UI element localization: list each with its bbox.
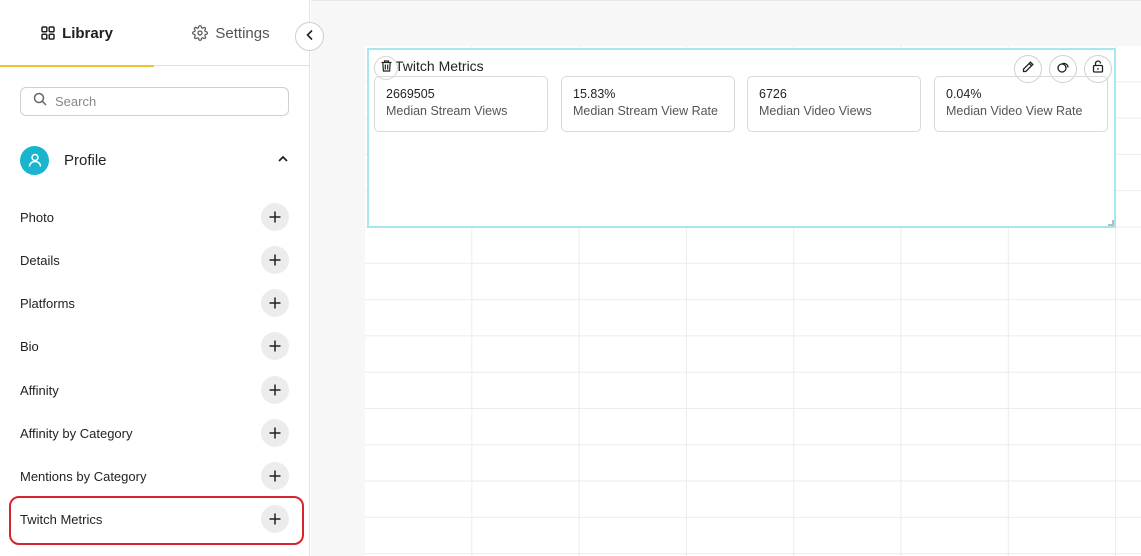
list-item-platforms: Platforms bbox=[20, 288, 289, 318]
twitch-metrics-widget[interactable]: Twitch Metrics 2669505 Median Stream Vie… bbox=[367, 48, 1116, 228]
list-item-affinity: Affinity bbox=[20, 375, 289, 405]
section-title: Profile bbox=[64, 151, 107, 169]
chevron-left-icon bbox=[305, 28, 315, 46]
tab-library-label: Library bbox=[62, 24, 113, 42]
search-input[interactable] bbox=[55, 94, 275, 109]
add-affinity-button[interactable] bbox=[261, 376, 289, 404]
metric-value: 0.04% bbox=[946, 87, 982, 101]
chevron-up-icon[interactable] bbox=[277, 152, 289, 170]
list-item-label: Photo bbox=[20, 209, 54, 225]
resize-handle[interactable] bbox=[1108, 220, 1114, 226]
add-affinity-by-category-button[interactable] bbox=[261, 419, 289, 447]
add-twitch-metrics-button[interactable] bbox=[261, 505, 289, 533]
metric-value: 2669505 bbox=[386, 87, 435, 101]
tab-settings-label: Settings bbox=[215, 24, 270, 42]
grid-icon bbox=[41, 26, 55, 40]
metric-label: Median Stream View Rate bbox=[573, 104, 718, 118]
trash-icon bbox=[381, 59, 392, 77]
tab-settings[interactable]: Settings bbox=[154, 0, 308, 66]
list-item-photo: Photo bbox=[20, 202, 289, 232]
add-photo-button[interactable] bbox=[261, 203, 289, 231]
user-icon bbox=[20, 145, 49, 175]
sidebar: Library Settings Profile Photo Details P… bbox=[0, 0, 310, 556]
metric-label: Median Stream Views bbox=[386, 104, 508, 118]
list-item-bio: Bio bbox=[20, 331, 289, 361]
list-item-twitch-metrics: Twitch Metrics bbox=[20, 504, 289, 534]
gear-icon bbox=[192, 25, 209, 41]
profile-section-header[interactable]: Profile bbox=[20, 145, 289, 175]
list-item-label: Affinity by Category bbox=[20, 425, 133, 441]
metric-value: 15.83% bbox=[573, 87, 616, 101]
metric-card-median-video-view-rate: 0.04% Median Video View Rate bbox=[934, 76, 1108, 132]
metric-label: Median Video Views bbox=[759, 104, 872, 118]
list-item-label: Affinity bbox=[20, 382, 59, 398]
add-mentions-by-category-button[interactable] bbox=[261, 462, 289, 490]
widget-title: Twitch Metrics bbox=[395, 58, 484, 74]
list-item-details: Details bbox=[20, 245, 289, 275]
list-item-affinity-by-category: Affinity by Category bbox=[20, 418, 289, 448]
list-item-mentions-by-category: Mentions by Category bbox=[20, 461, 289, 491]
add-details-button[interactable] bbox=[261, 246, 289, 274]
add-bio-button[interactable] bbox=[261, 332, 289, 360]
metric-card-median-stream-view-rate: 15.83% Median Stream View Rate bbox=[561, 76, 735, 132]
collapse-sidebar-button[interactable] bbox=[295, 22, 324, 51]
metric-card-median-stream-views: 2669505 Median Stream Views bbox=[374, 76, 548, 132]
metric-card-median-video-views: 6726 Median Video Views bbox=[747, 76, 921, 132]
list-item-label: Mentions by Category bbox=[20, 468, 147, 484]
sidebar-tabs: Library Settings bbox=[0, 0, 309, 67]
search-field[interactable] bbox=[20, 87, 289, 116]
metric-label: Median Video View Rate bbox=[946, 104, 1083, 118]
list-item-label: Platforms bbox=[20, 295, 75, 311]
tab-library[interactable]: Library bbox=[0, 0, 154, 67]
search-icon bbox=[33, 92, 47, 111]
metric-value: 6726 bbox=[759, 87, 787, 101]
list-item-label: Bio bbox=[20, 338, 39, 354]
list-item-label: Details bbox=[20, 252, 60, 268]
list-item-label: Twitch Metrics bbox=[20, 511, 103, 527]
add-platforms-button[interactable] bbox=[261, 289, 289, 317]
